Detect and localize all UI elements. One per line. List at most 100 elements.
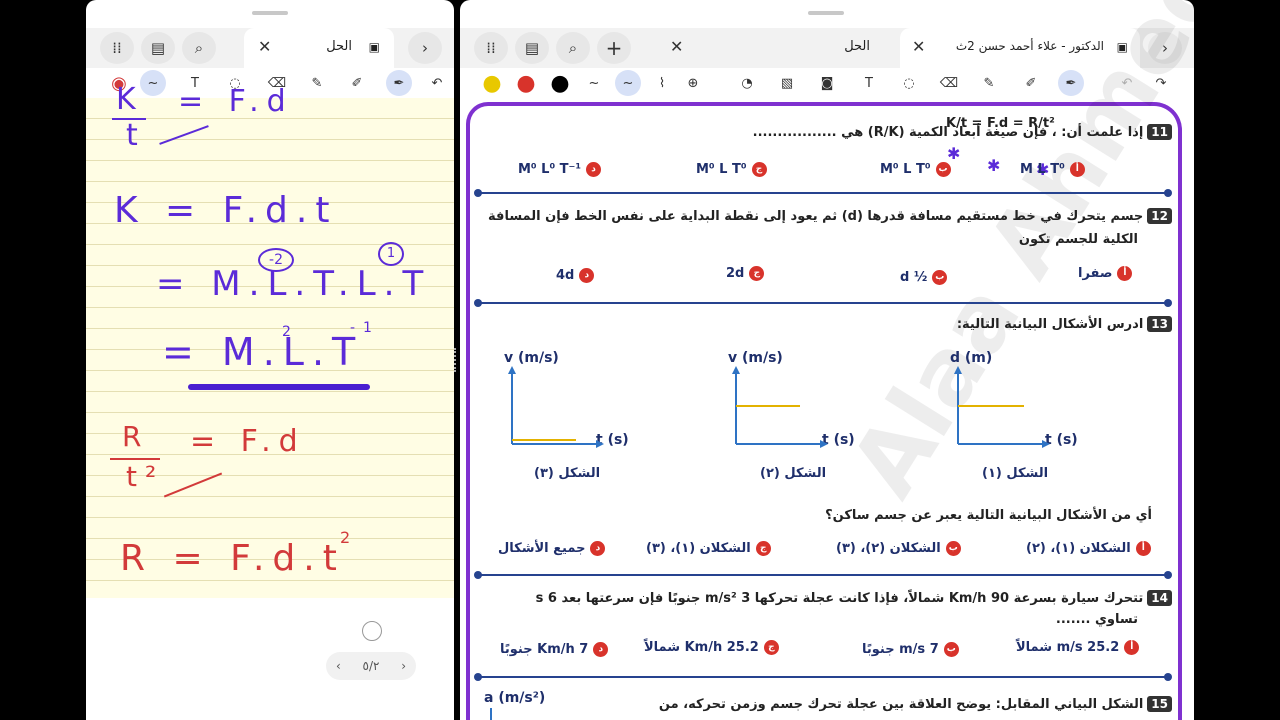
right-pane: ⁞⁞ ▤ ⌕ + ✕ الحل ✕ الدكتور - علاء أحمد حس… (460, 0, 1194, 720)
pen-icon[interactable]: ✒ (386, 70, 412, 96)
handwritten-marks: ✱ (987, 156, 1001, 175)
apps-grid-icon[interactable]: ⁞⁞ (100, 32, 134, 64)
option-a[interactable]: أ الشكلان (١)، (٢) (1026, 541, 1151, 556)
option-d[interactable]: د M⁰ L⁰ T⁻¹ (518, 162, 602, 177)
marker-icon[interactable]: ✐ (1020, 72, 1042, 94)
drag-handle[interactable] (808, 11, 844, 15)
hw-line2: K = F.d.t (114, 190, 338, 231)
sticker-icon[interactable]: ◙ (816, 72, 838, 94)
separator (474, 299, 1172, 307)
option-d[interactable]: د7 Km/h جنوبًا (500, 642, 609, 657)
arrow-line (163, 472, 223, 498)
question-number: 12 (1147, 208, 1172, 224)
apps-grid-icon[interactable]: ⁞⁞ (474, 32, 508, 64)
option-c[interactable]: ج 2d (726, 266, 765, 281)
question-14: 14تتحرك سيارة بسرعة 90 Km/h شمالاً، فإذا… (536, 590, 1172, 606)
option-d[interactable]: د جميع الأشكال (498, 541, 606, 556)
graph1-y-label: d (m) (950, 350, 993, 366)
search-icon[interactable]: ⌕ (182, 32, 216, 64)
question-15: 15الشكل البياني المقابل: يوضح العلاقة بي… (659, 696, 1172, 712)
hw-line6: R = F.d.t (120, 538, 345, 579)
option-b[interactable]: ب½ d (900, 270, 948, 285)
option-a[interactable]: أM L T⁰ (1020, 162, 1085, 177)
separator (474, 571, 1172, 579)
tab-solution[interactable]: ✕ الحل (656, 28, 896, 68)
question-13-prompt: أي من الأشكال البيانية التالية يعبر عن ج… (825, 508, 1152, 523)
question-text: تتحرك سيارة بسرعة 90 Km/h شمالاً، فإذا ك… (535, 591, 1144, 606)
option-b[interactable]: ب الشكلان (٢)، (٣) (836, 541, 961, 556)
question-text: جسم يتحرك في خط مستقيم مسافة قدرها (d) ث… (488, 209, 1144, 224)
graph2-y-label: v (m/s) (728, 350, 783, 366)
option-b[interactable]: ب7 m/s جنوبًا (862, 642, 959, 657)
text-tool-icon[interactable]: T (858, 72, 880, 94)
exponent-circle: -2 (258, 248, 294, 272)
chevron-right-icon[interactable]: › (401, 659, 406, 673)
exponent: -1 (350, 320, 380, 336)
graph-axis (490, 708, 492, 720)
graph1-axes (954, 366, 1050, 448)
zoom-icon[interactable]: ⊕ (682, 72, 704, 94)
sidebar-icon[interactable]: ▤ (515, 32, 549, 64)
exponent: 2 (282, 324, 299, 340)
arrow-line (159, 125, 209, 145)
lasso-icon[interactable]: ~ (140, 70, 166, 96)
graph3-axes (508, 366, 604, 448)
hw-t-denominator: t (126, 118, 146, 153)
chevron-right-icon[interactable]: › (408, 32, 442, 64)
drag-handle[interactable] (252, 11, 288, 15)
hw-line4: = M.L.T (162, 330, 364, 374)
option-c[interactable]: ج 25.2 Km/h شمالاً (644, 640, 779, 655)
handwritten-marks: ✱ (947, 144, 961, 163)
option-a[interactable]: أ 25.2 m/s شمالاً (1016, 640, 1140, 655)
close-icon[interactable]: ✕ (912, 37, 925, 56)
tab-label: الحل (326, 39, 352, 54)
stroke-icon[interactable]: ~ (583, 72, 605, 94)
image-icon[interactable]: ▧ (776, 72, 798, 94)
chevron-left-icon[interactable]: ‹ (336, 659, 341, 673)
question-number: 13 (1147, 316, 1172, 332)
new-tab-icon[interactable]: + (597, 32, 631, 64)
split-divider[interactable] (454, 348, 458, 372)
graph2-axes (732, 366, 828, 448)
selection-icon[interactable]: ◌ (898, 72, 920, 94)
eraser-icon[interactable]: ⌫ (938, 72, 960, 94)
pencil-icon[interactable]: ✎ (978, 72, 1000, 94)
graph2-caption: الشكل (٢) (760, 466, 827, 481)
handwritten-notes[interactable]: K t = F.d K = F.d.t = M.L.T.L.T -2 1 = M… (86, 82, 454, 598)
yellow-color-icon[interactable]: ● (481, 71, 503, 96)
separator (474, 673, 1172, 681)
hw-line5-rhs: = F.d (190, 424, 306, 459)
marker-icon[interactable]: ✐ (346, 72, 368, 94)
option-c[interactable]: ج M⁰ L T⁰ (696, 162, 767, 177)
close-icon[interactable]: ✕ (670, 37, 683, 56)
hw-k-numerator: K (116, 82, 144, 117)
page-indicator: ٥/٢ (362, 659, 380, 673)
pencil-icon[interactable]: ✎ (306, 72, 328, 94)
reading-mode-icon[interactable]: ▣ (369, 40, 380, 54)
black-color-icon[interactable]: ● (549, 71, 571, 96)
worksheet-page[interactable]: Alaa Ahmed 11إذا علمت أن: ، فإن صيغة أبع… (460, 0, 1194, 720)
question-text: ادرس الأشكال البيانية التالية: (956, 317, 1144, 332)
sidebar-icon[interactable]: ▤ (141, 32, 175, 64)
page-navigator: ‹ ٥/٢ › (326, 652, 416, 680)
option-d[interactable]: د 4d (556, 268, 595, 283)
red-color-icon[interactable]: ● (515, 71, 537, 96)
question-number: 14 (1147, 590, 1172, 606)
tab-solution[interactable]: ✕ الحل ▣ (244, 28, 394, 68)
separator (474, 189, 1172, 197)
search-icon[interactable]: ⌕ (556, 32, 590, 64)
dashed-stroke-icon[interactable]: ⌇ (651, 72, 673, 94)
option-c[interactable]: ج الشكلان (١)، (٣) (646, 541, 771, 556)
question-13: 13ادرس الأشكال البيانية التالية: (957, 316, 1172, 332)
question-text-line2: تساوي ....... (1055, 612, 1138, 627)
option-a[interactable]: أ صفرا (1078, 266, 1133, 281)
option-b[interactable]: ب M⁰ L T⁰ (880, 162, 951, 177)
close-icon[interactable]: ✕ (258, 37, 271, 56)
hw-line3: = M.L.T.L.T (156, 264, 432, 304)
scroll-thumb[interactable] (362, 621, 382, 641)
undo-icon[interactable]: ↶ (426, 72, 448, 94)
lasso-icon[interactable]: ~ (615, 70, 641, 96)
graph-y-label: a (m/s²) (484, 690, 546, 706)
question-12: 12جسم يتحرك في خط مستقيم مسافة قدرها (d)… (488, 208, 1172, 224)
shapes-icon[interactable]: ◔ (736, 72, 758, 94)
